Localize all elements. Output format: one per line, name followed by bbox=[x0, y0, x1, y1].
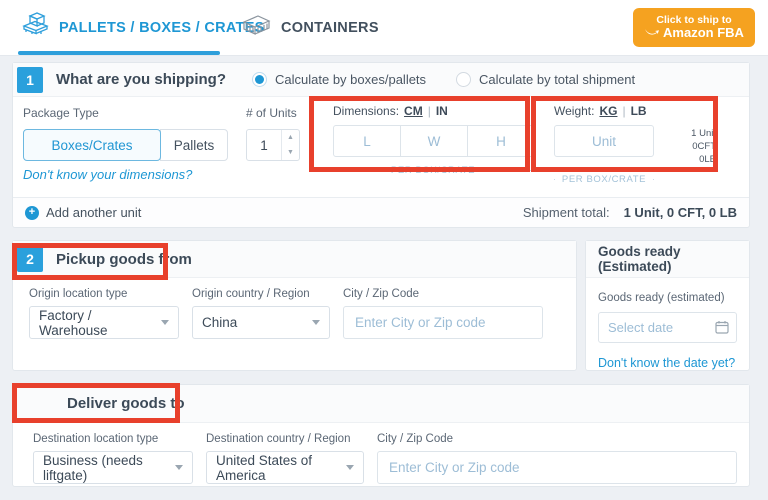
shipping-section-header: 1 What are you shipping? Calculate by bo… bbox=[13, 63, 749, 97]
destination-country-value: United States of America bbox=[216, 453, 338, 483]
shipping-section-card: 1 What are you shipping? Calculate by bo… bbox=[12, 62, 750, 228]
origin-country-label: Origin country / Region bbox=[192, 288, 330, 300]
origin-type-label: Origin location type bbox=[29, 288, 179, 300]
calendar-icon bbox=[715, 320, 729, 334]
destination-type-value: Business (needs liftgate) bbox=[43, 453, 167, 483]
deliver-section-title: Deliver goods to bbox=[67, 395, 185, 412]
radio-calc-by-total[interactable]: Calculate by total shipment bbox=[456, 72, 635, 87]
destination-country-select[interactable]: United States of America bbox=[206, 451, 364, 484]
units-value[interactable]: 1 bbox=[247, 130, 281, 160]
height-input[interactable] bbox=[467, 125, 535, 157]
step-1-badge: 1 bbox=[17, 67, 43, 93]
radio-calc-by-total-label: Calculate by total shipment bbox=[479, 72, 635, 87]
dimensions-unit-cm-toggle[interactable]: CM bbox=[404, 104, 423, 118]
unit-summary: 1 Unit 0CFT 0LB bbox=[654, 125, 716, 166]
step-2-badge: 2 bbox=[17, 246, 43, 272]
length-input[interactable] bbox=[333, 125, 401, 157]
destination-type-label: Destination location type bbox=[33, 433, 193, 445]
radio-calc-by-boxes-label: Calculate by boxes/pallets bbox=[275, 72, 426, 87]
shipment-total-label: Shipment total: bbox=[523, 205, 610, 220]
destination-city-label: City / Zip Code bbox=[377, 433, 737, 445]
pickup-section-header: 2 Pickup goods from bbox=[13, 241, 576, 278]
origin-city-input[interactable] bbox=[343, 306, 543, 339]
chevron-down-icon bbox=[346, 465, 354, 470]
tab-containers[interactable]: CONTAINERS bbox=[240, 0, 379, 55]
chevron-down-icon bbox=[161, 320, 169, 325]
amazon-smile-arrow-icon bbox=[644, 26, 659, 41]
origin-country-value: China bbox=[202, 315, 237, 330]
goods-ready-header: Goods ready (Estimated) bbox=[586, 241, 749, 278]
active-tab-underline bbox=[18, 51, 220, 55]
weight-per-box-note: PER BOX/CRATE bbox=[554, 174, 654, 185]
dimensions-unit-in-toggle[interactable]: IN bbox=[436, 104, 448, 118]
pallets-button[interactable]: Pallets bbox=[160, 129, 228, 161]
fba-button-line2: Amazon FBA bbox=[663, 26, 744, 41]
units-increment-button[interactable]: ▲ bbox=[282, 130, 299, 145]
dimensions-group: Dimensions: CM | IN PER BOX/CRATE bbox=[333, 104, 533, 176]
radio-selected-icon bbox=[252, 72, 267, 87]
tab-containers-label: CONTAINERS bbox=[281, 20, 379, 36]
add-another-unit-label: Add another unit bbox=[46, 205, 141, 220]
width-input[interactable] bbox=[400, 125, 468, 157]
units-decrement-button[interactable]: ▼ bbox=[282, 145, 299, 160]
chevron-down-icon bbox=[312, 320, 320, 325]
origin-type-value: Factory / Warehouse bbox=[39, 308, 153, 338]
tab-pallets-label: PALLETS / BOXES / CRATES bbox=[59, 20, 265, 36]
radio-unselected-icon bbox=[456, 72, 471, 87]
dont-know-date-link[interactable]: Don't know the date yet? bbox=[598, 356, 737, 370]
calc-mode-radio-group: Calculate by boxes/pallets Calculate by … bbox=[252, 72, 635, 87]
goods-ready-field-label: Goods ready (estimated) bbox=[598, 292, 725, 304]
units-stepper: 1 ▲ ▼ bbox=[246, 129, 300, 161]
plus-circle-icon: + bbox=[25, 206, 39, 220]
unit-separator: | bbox=[622, 104, 625, 118]
origin-type-select[interactable]: Factory / Warehouse bbox=[29, 306, 179, 339]
destination-country-label: Destination country / Region bbox=[206, 433, 364, 445]
dont-know-dimensions-link[interactable]: Don't know your dimensions? bbox=[23, 167, 192, 182]
goods-ready-card: Goods ready (Estimated) Goods ready (est… bbox=[585, 240, 750, 371]
pickup-section-title: Pickup goods from bbox=[56, 251, 192, 268]
package-type-toggle: Boxes/Crates Pallets bbox=[23, 129, 228, 161]
pallet-icon bbox=[20, 12, 50, 43]
origin-city-label: City / Zip Code bbox=[343, 288, 543, 300]
dimensions-per-box-note: PER BOX/CRATE bbox=[333, 165, 533, 176]
shipping-section-footer: + Add another unit Shipment total: 1 Uni… bbox=[13, 197, 749, 227]
package-type-label: Package Type bbox=[23, 106, 99, 120]
add-another-unit-button[interactable]: + Add another unit bbox=[25, 205, 141, 220]
tab-pallets-boxes-crates[interactable]: PALLETS / BOXES / CRATES bbox=[20, 0, 265, 55]
amazon-fba-button[interactable]: Click to ship to Amazon FBA bbox=[633, 8, 755, 47]
destination-type-select[interactable]: Business (needs liftgate) bbox=[33, 451, 193, 484]
shipping-section-body: Package Type Boxes/Crates Pallets # of U… bbox=[13, 97, 749, 198]
weight-label: Weight: bbox=[554, 104, 594, 118]
destination-city-input[interactable] bbox=[377, 451, 737, 484]
deliver-section-card: Deliver goods to Destination location ty… bbox=[12, 384, 750, 487]
shipment-total-value: 1 Unit, 0 CFT, 0 LB bbox=[624, 205, 737, 220]
units-label: # of Units bbox=[246, 106, 297, 120]
container-icon bbox=[240, 13, 272, 42]
top-tab-bar: PALLETS / BOXES / CRATES CONTAINERS Clic… bbox=[0, 0, 768, 56]
boxes-crates-button[interactable]: Boxes/Crates bbox=[23, 129, 161, 161]
chevron-down-icon bbox=[175, 465, 183, 470]
dimensions-label: Dimensions: bbox=[333, 104, 399, 118]
weight-unit-kg-toggle[interactable]: KG bbox=[599, 104, 617, 118]
origin-country-select[interactable]: China bbox=[192, 306, 330, 339]
weight-group: Weight: KG | LB 1 Unit 0CFT 0LB PER BOX/… bbox=[554, 104, 722, 185]
unit-separator: | bbox=[428, 104, 431, 118]
shipping-section-title: What are you shipping? bbox=[56, 71, 226, 88]
pickup-section-card: 2 Pickup goods from Origin location type… bbox=[12, 240, 577, 371]
weight-input[interactable] bbox=[554, 125, 654, 157]
weight-unit-lb-toggle[interactable]: LB bbox=[631, 104, 647, 118]
goods-ready-title: Goods ready (Estimated) bbox=[598, 244, 749, 274]
deliver-section-header: Deliver goods to bbox=[13, 385, 749, 423]
radio-calc-by-boxes[interactable]: Calculate by boxes/pallets bbox=[252, 72, 426, 87]
